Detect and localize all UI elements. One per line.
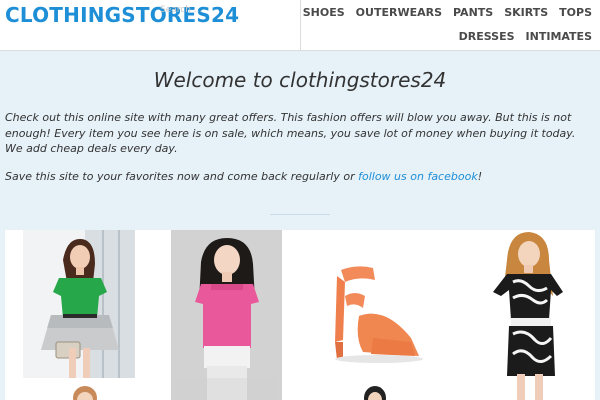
nav-item-shoes[interactable]: SHOES <box>303 6 345 19</box>
product-green-top-outfit[interactable] <box>23 230 135 378</box>
follow-text-suffix: ! <box>477 170 483 183</box>
product-grid <box>5 230 595 400</box>
product-next-row-3-image <box>364 386 386 400</box>
product-print-dress-image <box>473 230 573 400</box>
nav-item-dresses[interactable]: DRESSES <box>459 30 515 43</box>
welcome-section: Welcome to clothingstores24 Check out th… <box>0 51 600 230</box>
product-next-row-3[interactable] <box>360 378 390 400</box>
section-divider <box>270 214 330 215</box>
facebook-link[interactable]: follow us on facebook <box>358 170 478 183</box>
products-section <box>0 230 600 400</box>
product-print-dress[interactable] <box>473 230 573 400</box>
nav-item-tops[interactable]: TOPS <box>559 6 592 19</box>
product-orange-sandal-image <box>315 230 445 378</box>
nav-row-top: SHOES OUTERWEARS PANTS SKIRTS TOPS <box>303 6 592 19</box>
header-divider <box>300 0 301 51</box>
nav-item-intimates[interactable]: INTIMATES <box>526 30 592 43</box>
nav-item-skirts[interactable]: SKIRTS <box>504 6 548 19</box>
nav-row-bottom: DRESSES INTIMATES <box>459 30 592 43</box>
welcome-title: Welcome to clothingstores24 <box>153 68 447 92</box>
product-next-row-1-image <box>73 386 97 400</box>
product-next-row-1[interactable] <box>65 378 105 400</box>
product-orange-sandal[interactable] <box>315 230 445 378</box>
welcome-follow-text: Save this site to your favorites now and… <box>5 170 590 183</box>
follow-text-prefix: Save this site to your favorites now and… <box>5 170 359 183</box>
site-logo[interactable]: CLOTHINGSTORES24 <box>5 3 239 27</box>
product-pink-top-outfit[interactable] <box>171 230 282 400</box>
welcome-intro-text: Check out this online site with many gre… <box>5 111 576 155</box>
nav-item-outerwears[interactable]: OUTERWEARS <box>356 6 442 19</box>
search-input[interactable]: Search ... <box>160 5 202 15</box>
product-green-top-image <box>23 230 135 378</box>
nav-item-pants[interactable]: PANTS <box>453 6 493 19</box>
site-header: CLOTHINGSTORES24 Search ... SHOES OUTERW… <box>0 0 600 51</box>
product-pink-top-image <box>171 230 282 400</box>
